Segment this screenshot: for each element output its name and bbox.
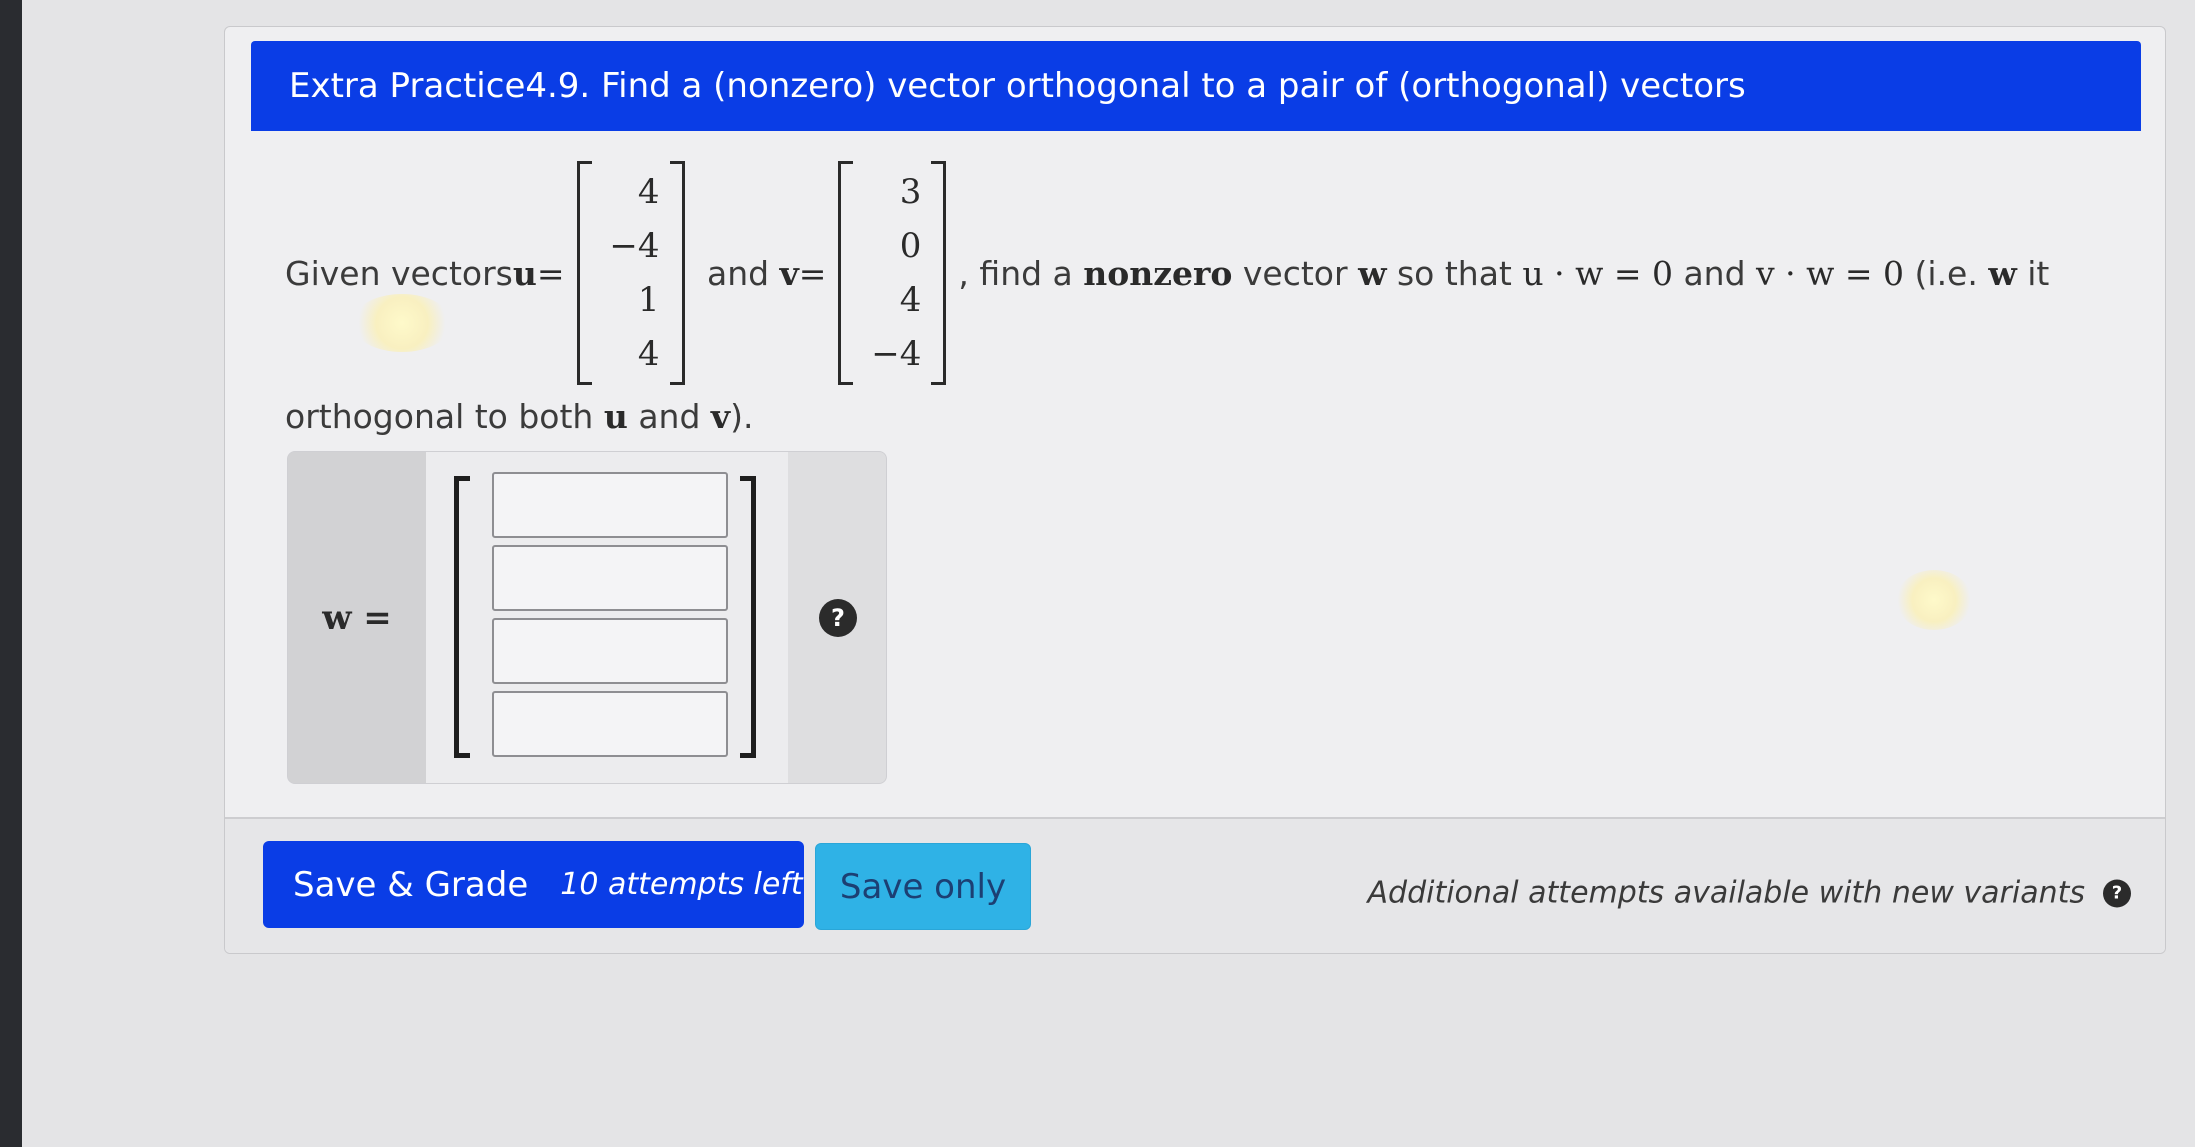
equals-sign: = [536, 253, 565, 293]
equals-sign: = [798, 253, 827, 293]
v-entry: 4 [899, 280, 922, 320]
save-only-button[interactable]: Save only [815, 843, 1031, 930]
answer-panel: w = ? [287, 451, 887, 784]
symbol-v: v [779, 253, 799, 293]
bracket-left [576, 161, 592, 385]
u-entry: 1 [637, 280, 660, 320]
help-icon[interactable]: ? [819, 598, 857, 637]
help-icon[interactable]: ? [2103, 879, 2131, 907]
text-find: , find a [958, 253, 1084, 293]
bracket-left [454, 476, 470, 758]
symbol-w: w [1358, 253, 1387, 293]
text-and: and [627, 397, 711, 436]
text-it: it [2016, 253, 2050, 293]
question-title: Extra Practice4.9. Find a (nonzero) vect… [289, 66, 1746, 106]
problem-line-1: Given vectors u = 4 −4 1 4 and v = 3 0 4… [285, 153, 2145, 393]
v-entry: 3 [899, 172, 922, 212]
answer-help-area: ? [788, 452, 886, 783]
v-entry: −4 [871, 334, 922, 374]
symbol-v: v [710, 397, 731, 436]
text-and: and [696, 253, 780, 293]
text-ie: (i.e. [1904, 253, 1989, 293]
vector-u: 4 −4 1 4 [576, 161, 685, 385]
bracket-right [931, 161, 947, 385]
symbol-w: w [1988, 253, 2017, 293]
text-end: ). [730, 397, 754, 436]
v-entry: 0 [899, 226, 922, 266]
problem-line-2: orthogonal to both u and v). [285, 397, 2145, 436]
bracket-left [838, 161, 854, 385]
u-entry: 4 [637, 172, 660, 212]
question-card: Extra Practice4.9. Find a (nonzero) vect… [224, 26, 2166, 954]
save-grade-label: Save & Grade [293, 864, 529, 905]
u-entry: −4 [609, 226, 660, 266]
w-entry-2-input[interactable] [492, 545, 728, 611]
save-and-grade-button[interactable]: Save & Grade 10 attempts left [263, 841, 804, 928]
equation-u-dot-w: u · w = 0 [1522, 253, 1673, 293]
answer-label-text: w = [322, 597, 392, 638]
answer-matrix [426, 452, 788, 783]
save-only-label: Save only [839, 866, 1007, 907]
attempts-left-label: 10 attempts left [560, 867, 803, 902]
symbol-u: u [603, 397, 628, 436]
problem-statement: Given vectors u = 4 −4 1 4 and v = 3 0 4… [285, 153, 2145, 436]
note-text: Additional attempts available with new v… [1367, 875, 2086, 911]
text-so-that: so that [1386, 253, 1523, 293]
question-header: Extra Practice4.9. Find a (nonzero) vect… [251, 41, 2141, 131]
bracket-right [740, 476, 756, 758]
text-and: and [1672, 253, 1757, 293]
screen-bezel [0, 0, 22, 1147]
bracket-right [669, 161, 685, 385]
additional-attempts-note: Additional attempts available with new v… [1367, 875, 2131, 911]
w-entry-4-input[interactable] [492, 691, 728, 757]
text-given: Given vectors [285, 253, 513, 293]
text-vector: vector [1232, 253, 1359, 293]
w-entry-1-input[interactable] [492, 472, 728, 538]
vector-v: 3 0 4 −4 [838, 161, 947, 385]
u-entry: 4 [637, 334, 660, 374]
equation-v-dot-w: v · w = 0 [1756, 253, 1905, 293]
light-glare [352, 294, 452, 352]
symbol-u: u [512, 253, 537, 293]
light-glare [1896, 570, 1972, 630]
text-orthogonal: orthogonal to both [285, 397, 604, 436]
answer-label: w = [288, 452, 426, 783]
text-nonzero: nonzero [1083, 253, 1233, 293]
w-entry-3-input[interactable] [492, 618, 728, 684]
